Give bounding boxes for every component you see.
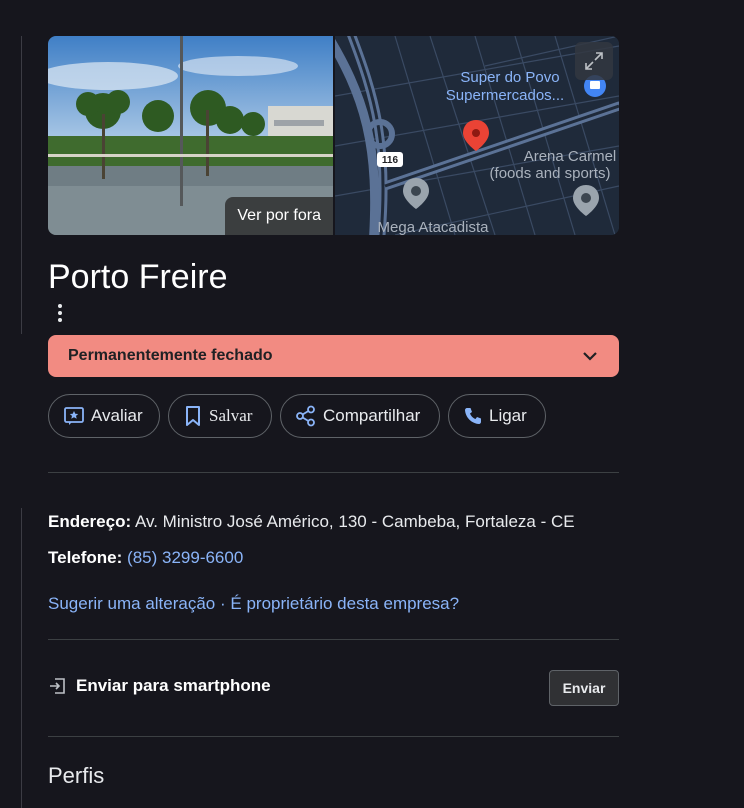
map-poi-2-line2: (foods and sports): [490, 165, 611, 182]
review-label: Avaliar: [91, 406, 143, 425]
dot-icon: [58, 304, 62, 308]
share-label: Compartilhar: [323, 406, 421, 425]
send-button[interactable]: Enviar: [549, 670, 619, 706]
bookmark-icon: [186, 406, 200, 426]
call-label: Ligar: [489, 406, 527, 425]
divider: [48, 639, 619, 640]
divider: [48, 472, 619, 473]
status-banner[interactable]: Permanentemente fechado: [48, 335, 619, 377]
left-rail-line-lower: [21, 508, 22, 808]
map-preview[interactable]: 116 Super do Povo Supermercados... Arena…: [335, 36, 619, 235]
dot-icon: [58, 311, 62, 315]
more-options-button[interactable]: [50, 300, 70, 326]
send-to-phone-label: Enviar para smartphone: [76, 676, 271, 695]
map-poi-1-line2: Supermercados...: [446, 87, 564, 104]
phone-row: Telefone: (85) 3299-6600: [48, 548, 243, 568]
link-separator: ·: [220, 594, 226, 613]
phone-label: Telefone:: [48, 548, 123, 567]
action-chips: Avaliar Salvar Compartilhar Ligar: [48, 394, 546, 438]
map-poi-3: Mega Atacadista: [378, 219, 490, 235]
review-button[interactable]: Avaliar: [48, 394, 160, 438]
profiles-heading: Perfis: [48, 763, 105, 788]
place-title: Porto Freire: [48, 258, 228, 296]
address-row: Endereço: Av. Ministro José Américo, 130…: [48, 512, 575, 532]
road-shield-text: 116: [382, 155, 399, 166]
status-text: Permanentemente fechado: [68, 347, 273, 364]
street-view-label: Ver por fora: [225, 197, 333, 235]
review-star-icon: [64, 407, 84, 425]
suggest-edit-link[interactable]: Sugerir uma alteração: [48, 594, 215, 613]
chevron-down-icon: [583, 352, 597, 361]
map-poi-1-line1: Super do Povo: [460, 69, 559, 86]
street-view-photo[interactable]: Ver por fora: [48, 36, 333, 235]
expand-map-button[interactable]: [575, 42, 613, 80]
share-icon: [296, 405, 315, 427]
phone-icon: [465, 408, 481, 424]
send-to-phone: Enviar para smartphone: [48, 676, 271, 696]
save-button[interactable]: Salvar: [168, 394, 272, 438]
call-button[interactable]: Ligar: [448, 394, 546, 438]
address-label: Endereço:: [48, 512, 132, 531]
expand-icon: [585, 52, 603, 70]
edit-links-row: Sugerir uma alteração · É proprietário d…: [48, 594, 459, 614]
share-button[interactable]: Compartilhar: [280, 394, 440, 438]
divider: [48, 736, 619, 737]
dot-icon: [58, 318, 62, 322]
media-header: Ver por fora 116 Super do Povo Supermerc…: [48, 36, 619, 235]
owner-link[interactable]: É proprietário desta empresa?: [230, 594, 459, 613]
phone-link[interactable]: (85) 3299-6600: [127, 548, 243, 567]
save-label: Salvar: [209, 406, 253, 425]
address-value: Av. Ministro José Américo, 130 - Cambeba…: [134, 512, 575, 531]
left-rail-line: [21, 36, 22, 334]
map-poi-2-line1: Arena Carmel: [524, 148, 617, 165]
send-to-device-icon: [50, 678, 65, 694]
